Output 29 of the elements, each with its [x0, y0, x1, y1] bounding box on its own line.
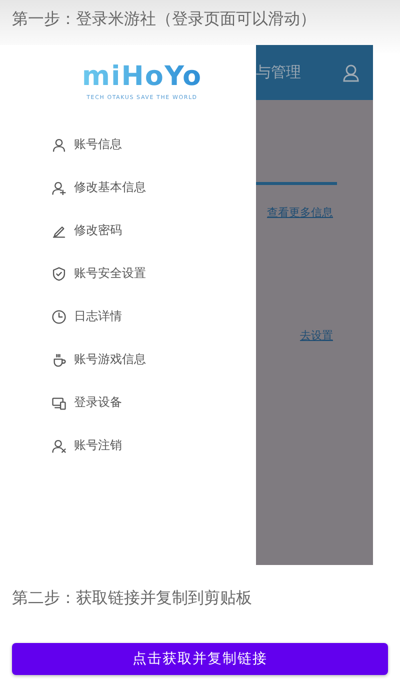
shield-icon	[52, 266, 66, 280]
menu-item[interactable]: 账号安全设置	[0, 252, 256, 295]
menu-item-label: 账号安全设置	[74, 265, 146, 282]
person-add-icon	[52, 180, 66, 194]
step-title: 第一步：登录米游社（登录页面可以滑动）	[12, 9, 316, 28]
person-icon[interactable]	[343, 64, 359, 82]
header-title: 与管理	[256, 63, 301, 82]
menu-item-label: 修改基本信息	[74, 179, 146, 196]
menu-item[interactable]: 账号注销	[0, 424, 256, 467]
menu-item[interactable]: 日志详情	[0, 295, 256, 338]
menu-item-label: 日志详情	[74, 308, 122, 325]
menu-item-label: 账号注销	[74, 437, 122, 454]
menu-item[interactable]: 账号信息	[0, 123, 256, 166]
copy-link-button[interactable]: 点击获取并复制链接	[12, 643, 388, 675]
menu-item-label: 账号游戏信息	[74, 351, 146, 368]
menu-item-label: 账号信息	[74, 136, 122, 153]
menu-item[interactable]: 修改密码	[0, 209, 256, 252]
menu-item[interactable]: 登录设备	[0, 381, 256, 424]
pencil-icon	[52, 224, 66, 238]
devices-icon	[52, 396, 66, 410]
menu-item[interactable]: 修改基本信息	[0, 166, 256, 209]
person-icon	[52, 138, 66, 152]
step-title: 第二步：获取链接并复制到剪贴板	[12, 588, 252, 607]
menu-item-label: 修改密码	[74, 222, 122, 239]
clock-icon	[52, 310, 66, 324]
person-remove-icon	[52, 438, 66, 452]
menu-item[interactable]: 账号游戏信息	[0, 338, 256, 381]
menu-item-label: 登录设备	[74, 394, 122, 411]
cup-icon	[52, 352, 66, 366]
